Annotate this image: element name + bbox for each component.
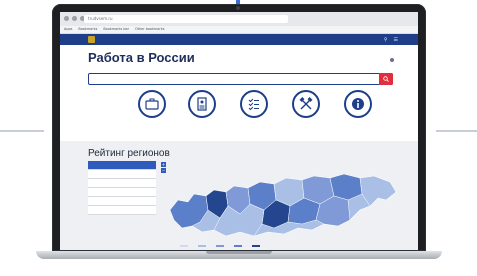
info-icon bbox=[344, 90, 372, 118]
emblem-icon bbox=[88, 36, 95, 43]
ratings-menu-item[interactable] bbox=[88, 206, 156, 215]
ratings-menu-item[interactable] bbox=[88, 161, 156, 170]
hammers-icon bbox=[292, 90, 320, 118]
feature-state-services[interactable] bbox=[284, 90, 328, 120]
menu-icon[interactable]: ☰ bbox=[394, 37, 398, 43]
address-bar[interactable]: trudvsem.ru bbox=[84, 15, 288, 23]
search-icon[interactable]: ⚲ bbox=[384, 37, 388, 43]
ratings-menu-item[interactable] bbox=[88, 197, 156, 206]
bookmark-item[interactable]: Apps bbox=[64, 26, 72, 33]
legend-item bbox=[180, 245, 190, 247]
legend-item bbox=[252, 245, 262, 247]
briefcase-icon bbox=[138, 90, 166, 118]
search-button[interactable] bbox=[379, 73, 393, 85]
feature-links bbox=[130, 90, 380, 140]
ratings-menu bbox=[88, 161, 156, 215]
browser-toolbar: trudvsem.ru bbox=[60, 12, 418, 27]
russia-regions-map[interactable] bbox=[164, 170, 404, 244]
bookmark-item[interactable]: Bookmarks bar bbox=[103, 26, 129, 33]
login-link[interactable] bbox=[390, 58, 396, 62]
header-links bbox=[381, 58, 396, 62]
feature-resume[interactable] bbox=[180, 90, 224, 120]
legend-item bbox=[216, 245, 226, 247]
feature-info[interactable] bbox=[336, 90, 380, 120]
back-icon[interactable] bbox=[64, 16, 69, 21]
browser-nav-buttons bbox=[64, 16, 85, 21]
camera-icon bbox=[236, 6, 240, 10]
zoom-in-button[interactable]: + bbox=[161, 162, 166, 167]
legend-item bbox=[198, 245, 208, 247]
map-legend bbox=[180, 245, 262, 247]
nav-right-icons: ⚲ ☰ bbox=[384, 37, 398, 43]
ratings-title: Рейтинг регионов bbox=[88, 148, 170, 159]
site-top-nav: ⚲ ☰ bbox=[60, 34, 418, 45]
search-icon bbox=[383, 76, 389, 82]
legend-item bbox=[234, 245, 244, 247]
laptop-notch bbox=[206, 251, 272, 254]
laptop: trudvsem.ru Apps Bookmarks Bookmarks bar… bbox=[36, 4, 442, 259]
bookmark-item[interactable]: Other bookmarks bbox=[135, 26, 164, 33]
resume-icon bbox=[188, 90, 216, 118]
screen: trudvsem.ru Apps Bookmarks Bookmarks bar… bbox=[60, 12, 418, 250]
user-icon bbox=[390, 58, 394, 62]
checklist-icon bbox=[240, 90, 268, 118]
ratings-menu-item[interactable] bbox=[88, 170, 156, 179]
ratings-menu-item[interactable] bbox=[88, 179, 156, 188]
forward-icon[interactable] bbox=[72, 16, 77, 21]
bookmarks-bar: Apps Bookmarks Bookmarks bar Other bookm… bbox=[60, 26, 418, 34]
feature-find-job[interactable] bbox=[130, 90, 174, 120]
feature-employers[interactable] bbox=[232, 90, 276, 120]
bookmark-item[interactable]: Bookmarks bbox=[78, 26, 97, 33]
search-input[interactable] bbox=[88, 73, 393, 85]
decor-line-right bbox=[436, 130, 477, 132]
ratings-menu-item[interactable] bbox=[88, 188, 156, 197]
site-logo-title[interactable]: Работа в России bbox=[88, 50, 195, 65]
